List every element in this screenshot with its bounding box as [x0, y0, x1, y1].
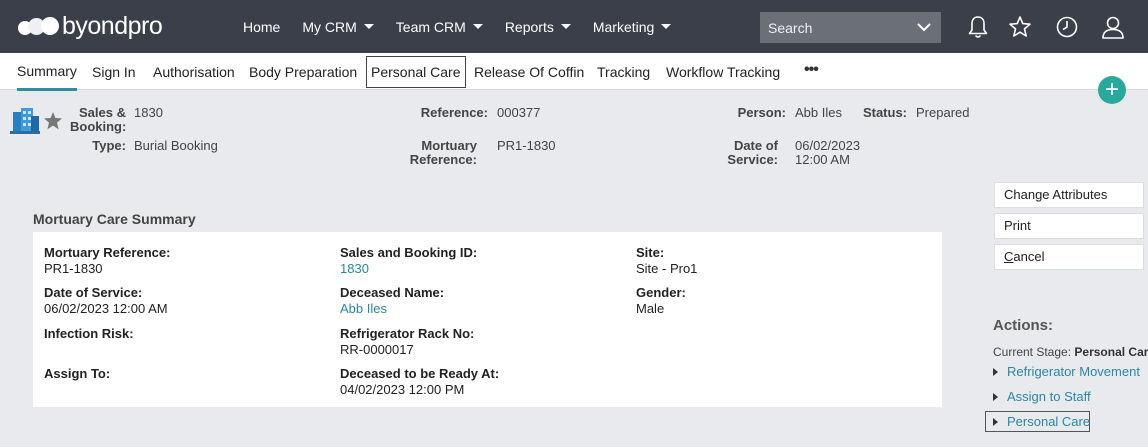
tab-body-preparation[interactable]: Body Preparation — [249, 56, 357, 88]
sales-booking-id-link[interactable]: 1830 — [340, 262, 369, 276]
nav-item-label: My CRM — [302, 18, 357, 35]
caret-down-icon — [363, 24, 374, 29]
nav-item-label: Reports — [504, 18, 554, 35]
print-button[interactable]: Print — [994, 213, 1144, 239]
field-label: Mortuary Reference: — [44, 245, 171, 260]
caret-down-icon — [472, 24, 483, 29]
date-of-service-label: Date of Service: — [727, 138, 778, 167]
field-label: Deceased Name: — [340, 285, 445, 300]
action-assign-to-staff[interactable]: Assign to Staff — [993, 389, 1091, 404]
tab-authorisation[interactable]: Authorisation — [153, 56, 235, 88]
date-of-service-date: 06/02/2023 — [795, 138, 861, 153]
tab-personal-care[interactable]: Personal Care — [366, 56, 466, 88]
bell-icon[interactable] — [965, 14, 991, 40]
type-value: Burial Booking — [134, 138, 218, 153]
type-label: Type: — [92, 138, 126, 153]
nav-item-home[interactable]: Home — [232, 19, 291, 35]
field-value: 06/02/2023 12:00 AM — [44, 301, 168, 316]
action-label: Refrigerator Movement — [1007, 364, 1140, 379]
field-label: Gender: — [636, 285, 686, 300]
field-label: Sales and Booking ID: — [340, 245, 478, 260]
search-input[interactable] — [760, 19, 910, 36]
reference-label: Reference: — [420, 105, 488, 120]
caret-down-icon — [661, 24, 672, 29]
triangle-right-icon — [993, 417, 998, 426]
sales-booking-label: Sales & Booking: — [70, 105, 127, 134]
field-label: Site: — [636, 245, 665, 260]
field-label: Infection Risk: — [44, 326, 134, 341]
favorite-star-icon[interactable] — [43, 111, 63, 131]
summary-card: Mortuary Reference: PR1-1830 Sales and B… — [33, 232, 942, 407]
nav-item-team-crm[interactable]: Team CRM — [385, 19, 494, 35]
field-value: PR1-1830 — [44, 261, 103, 276]
tab-workflow-tracking[interactable]: Workflow Tracking — [666, 56, 780, 88]
brand-logo[interactable]: byondpro — [18, 12, 163, 40]
add-button[interactable]: + — [1098, 76, 1126, 104]
record-tab-bar: Summary Sign In Authorisation Body Prepa… — [0, 53, 1148, 91]
current-stage: Current Stage: Personal Care — [993, 345, 1148, 359]
current-stage-label: Current Stage: — [993, 345, 1072, 359]
logo-mark-icon — [18, 14, 59, 38]
nav-item-my-crm[interactable]: My CRM — [291, 19, 384, 35]
action-label: Assign to Staff — [1007, 389, 1091, 404]
summary-title: Mortuary Care Summary — [33, 211, 196, 227]
cancel-button[interactable]: Cancel — [994, 244, 1144, 270]
more-tabs-button[interactable]: ••• — [804, 56, 819, 88]
search-box — [760, 12, 941, 43]
tab-summary[interactable]: Summary — [17, 56, 77, 91]
person-value: Abb Iles — [795, 105, 842, 120]
brand-name: byondpro — [62, 12, 163, 40]
nav-item-label: Home — [243, 18, 281, 35]
building-icon — [10, 108, 40, 134]
field-label: Assign To: — [44, 366, 111, 381]
person-label: Person: — [737, 105, 786, 120]
field-value: Male — [636, 301, 665, 316]
action-personal-care[interactable]: Personal Care — [985, 411, 1090, 432]
nav-item-marketing[interactable]: Marketing — [582, 19, 682, 35]
chevron-down-icon[interactable] — [917, 20, 931, 34]
field-value: Site - Pro1 — [636, 261, 698, 276]
sales-booking-value: 1830 — [134, 105, 163, 120]
change-attributes-button[interactable]: Change Attributes — [994, 182, 1144, 208]
caret-down-icon — [560, 24, 571, 29]
date-of-service-time: 12:00 AM — [795, 152, 850, 167]
field-value: RR-0000017 — [340, 342, 414, 357]
deceased-name-link[interactable]: Abb Iles — [340, 302, 387, 316]
current-stage-value: Personal Care — [1074, 345, 1148, 359]
mortuary-reference-label: Mortuary Reference: — [409, 138, 477, 167]
field-label: Refrigerator Rack No: — [340, 326, 475, 341]
action-label: Personal Care — [1007, 414, 1091, 429]
top-navigation-bar: byondpro Home My CRM Team CRM Reports Ma… — [0, 0, 1148, 53]
action-refrigerator-movement[interactable]: Refrigerator Movement — [993, 364, 1140, 379]
star-icon[interactable] — [1007, 14, 1033, 40]
mortuary-reference-value: PR1-1830 — [497, 138, 556, 153]
tab-tracking[interactable]: Tracking — [597, 56, 650, 88]
nav-item-label: Team CRM — [395, 18, 466, 35]
triangle-right-icon — [993, 367, 998, 376]
clock-icon[interactable] — [1054, 14, 1080, 40]
field-value: 04/02/2023 12:00 PM — [340, 382, 465, 397]
triangle-right-icon — [993, 392, 998, 401]
actions-title: Actions: — [993, 317, 1053, 334]
nav-item-reports[interactable]: Reports — [494, 19, 582, 35]
tab-sign-in[interactable]: Sign In — [92, 56, 136, 88]
field-label: Deceased to be Ready At: — [340, 366, 500, 381]
user-icon[interactable] — [1100, 14, 1126, 40]
reference-value: 000377 — [497, 105, 541, 120]
main-nav: Home My CRM Team CRM Reports Marketing — [232, 0, 682, 53]
field-label: Date of Service: — [44, 285, 143, 300]
nav-item-label: Marketing — [592, 18, 655, 35]
status-value: Prepared — [916, 105, 970, 120]
status-label: Status: — [862, 105, 907, 120]
tab-release-of-coffin[interactable]: Release Of Coffin — [474, 56, 584, 88]
